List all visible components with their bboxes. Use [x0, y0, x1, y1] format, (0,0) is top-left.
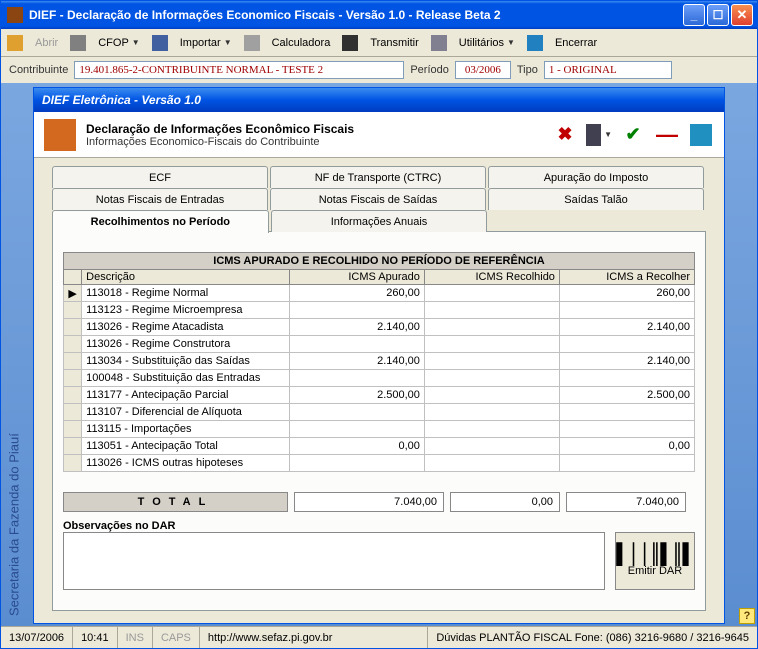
col-apurado[interactable]: ICMS Apurado — [289, 270, 424, 285]
table-title: ICMS APURADO E RECOLHIDO NO PERÍODO DE R… — [64, 253, 695, 270]
import-icon — [152, 35, 168, 51]
toolbar-calculadora[interactable]: Calculadora — [268, 35, 335, 51]
header-subtitle: Informações Economico-Fiscais do Contrib… — [86, 136, 552, 148]
periodo-field[interactable] — [455, 61, 511, 79]
col-descricao[interactable]: Descrição — [82, 270, 290, 285]
toolbar-encerrar[interactable]: Encerrar — [551, 35, 601, 51]
minus-icon[interactable]: — — [654, 122, 680, 148]
barcode-icon: ▌││║▌║▌ — [616, 545, 693, 563]
inner-header: Declaração de Informações Econômico Fisc… — [34, 112, 724, 158]
app-icon — [7, 7, 23, 23]
tab-blank — [489, 210, 704, 232]
inner-titlebar: DIEF Eletrônica - Versão 1.0 — [34, 88, 724, 112]
exit-door-icon[interactable] — [688, 122, 714, 148]
tab-apuracao[interactable]: Apuração do Imposto — [488, 166, 704, 188]
emitir-dar-button[interactable]: ▌││║▌║▌ Emitir DAR — [615, 532, 695, 590]
table-row[interactable]: 113051 - Antecipação Total0,000,00 — [64, 438, 695, 455]
total-apurado: 7.040,00 — [294, 492, 444, 512]
tab-recolhimentos[interactable]: Recolhimentos no Período — [52, 210, 269, 233]
folder-icon — [7, 35, 23, 51]
contribuinte-label: Contribuinte — [9, 64, 68, 76]
minimize-button[interactable]: _ — [683, 4, 705, 26]
table-row[interactable]: 100048 - Substituição das Entradas — [64, 370, 695, 387]
tab-nf-saidas[interactable]: Notas Fiscais de Saídas — [270, 188, 486, 210]
table-row[interactable]: 113034 - Substituição das Saídas2.140,00… — [64, 353, 695, 370]
total-recolhido: 0,00 — [450, 492, 560, 512]
device-icon[interactable]: ▼ — [586, 122, 612, 148]
icms-table[interactable]: ICMS APURADO E RECOLHIDO NO PERÍODO DE R… — [63, 252, 695, 472]
tab-info-anuais[interactable]: Informações Anuais — [271, 210, 488, 232]
inner-window: DIEF Eletrônica - Versão 1.0 Declaração … — [33, 87, 725, 624]
side-branding: Secretaria da Fazenda do Piauí — [1, 83, 27, 626]
status-url: http://www.sefaz.pi.gov.br — [200, 627, 428, 648]
status-ins: INS — [118, 627, 153, 648]
contribuinte-field[interactable] — [74, 61, 404, 79]
tab-nf-entradas[interactable]: Notas Fiscais de Entradas — [52, 188, 268, 210]
tab-nf-transporte[interactable]: NF de Transporte (CTRC) — [270, 166, 486, 188]
toolbar-utilitarios[interactable]: Utilitários▼ — [455, 35, 519, 51]
toolbar-cfop[interactable]: CFOP▼ — [94, 35, 143, 51]
table-row[interactable]: 113107 - Diferencial de Alíquota — [64, 404, 695, 421]
main-area: Secretaria da Fazenda do Piauí DIEF Elet… — [1, 83, 757, 626]
tab-ecf[interactable]: ECF — [52, 166, 268, 188]
table-row[interactable]: 113177 - Antecipação Parcial2.500,002.50… — [64, 387, 695, 404]
tipo-field[interactable] — [544, 61, 672, 79]
tab-saidas-talao[interactable]: Saídas Talão — [488, 188, 704, 210]
transmit-icon — [342, 35, 358, 51]
close-button[interactable]: ✕ — [731, 4, 753, 26]
obs-textarea[interactable] — [63, 532, 605, 590]
status-bar: 13/07/2006 10:41 INS CAPS http://www.sef… — [1, 626, 757, 648]
table-row[interactable]: 113115 - Importações — [64, 421, 695, 438]
tipo-label: Tipo — [517, 64, 538, 76]
help-icon[interactable]: ? — [739, 608, 755, 624]
printer-icon[interactable] — [70, 35, 86, 51]
header-title: Declaração de Informações Econômico Fisc… — [86, 122, 552, 136]
tools-icon — [431, 35, 447, 51]
table-row[interactable]: ▶113018 - Regime Normal260,00260,00 — [64, 285, 695, 302]
table-row[interactable]: 113026 - Regime Atacadista2.140,002.140,… — [64, 319, 695, 336]
confirm-icon[interactable]: ✔ — [620, 122, 646, 148]
col-recolhido[interactable]: ICMS Recolhido — [424, 270, 559, 285]
book-icon — [44, 119, 76, 151]
cancel-icon[interactable]: ✖ — [552, 122, 578, 148]
exit-icon — [527, 35, 543, 51]
obs-label: Observações no DAR — [63, 520, 695, 532]
status-date: 13/07/2006 — [1, 627, 73, 648]
status-time: 10:41 — [73, 627, 118, 648]
col-arecolher[interactable]: ICMS a Recolher — [559, 270, 694, 285]
total-arecolher: 7.040,00 — [566, 492, 686, 512]
table-row[interactable]: 113026 - Regime Construtora — [64, 336, 695, 353]
periodo-label: Período — [410, 64, 449, 76]
info-bar: Contribuinte Período Tipo — [1, 57, 757, 83]
main-toolbar: Abrir CFOP▼ Importar▼ Calculadora Transm… — [1, 29, 757, 57]
calculator-icon — [244, 35, 260, 51]
table-row[interactable]: 113123 - Regime Microempresa — [64, 302, 695, 319]
window-title: DIEF - Declaração de Informações Economi… — [29, 8, 681, 22]
toolbar-abrir: Abrir — [31, 35, 62, 51]
outer-titlebar: DIEF - Declaração de Informações Economi… — [1, 1, 757, 29]
status-help: Dúvidas PLANTÃO FISCAL Fone: (086) 3216-… — [428, 627, 757, 648]
table-row[interactable]: 113026 - ICMS outras hipoteses — [64, 455, 695, 472]
toolbar-transmitir[interactable]: Transmitir — [366, 35, 422, 51]
total-label: TOTAL — [63, 492, 288, 512]
tab-content: ICMS APURADO E RECOLHIDO NO PERÍODO DE R… — [52, 231, 706, 611]
maximize-button[interactable]: ☐ — [707, 4, 729, 26]
status-caps: CAPS — [153, 627, 200, 648]
toolbar-importar[interactable]: Importar▼ — [176, 35, 236, 51]
